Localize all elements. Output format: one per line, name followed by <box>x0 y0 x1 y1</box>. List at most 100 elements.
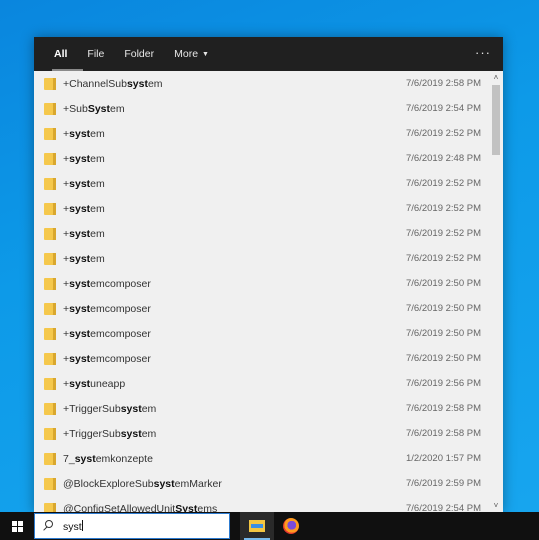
scrollbar-thumb[interactable] <box>492 85 500 155</box>
name-suffix: em <box>90 177 105 190</box>
file-explorer-taskbar-button[interactable] <box>240 512 274 540</box>
search-query: syst <box>63 519 83 533</box>
taskbar: syst <box>0 512 539 540</box>
name-suffix: uneapp <box>90 377 126 390</box>
folder-icon <box>44 452 56 465</box>
result-row[interactable]: @BlockExploreSubsystemMarker 7/6/2019 2:5… <box>34 471 489 496</box>
result-row[interactable]: +systemcomposer 7/6/2019 2:50 PM <box>34 271 489 296</box>
result-date: 7/6/2019 2:52 PM <box>406 128 481 139</box>
result-name: +TriggerSubsystem <box>63 428 156 440</box>
name-match: syst <box>69 177 91 190</box>
tab-all-label: All <box>54 48 68 60</box>
search-query-text: syst <box>63 520 82 533</box>
name-suffix: emcomposer <box>90 302 151 315</box>
scrollbar[interactable]: ˄ ˅ <box>489 71 503 513</box>
result-name: +ChannelSubsystem <box>63 78 163 90</box>
result-name: +system <box>63 128 105 140</box>
result-date: 7/6/2019 2:50 PM <box>406 303 481 314</box>
firefox-icon <box>283 518 299 534</box>
name-suffix: emkonzepte <box>95 452 153 465</box>
result-name: +system <box>63 153 105 165</box>
result-name: +systuneapp <box>63 378 125 390</box>
name-suffix: em <box>110 102 125 115</box>
folder-icon <box>44 302 56 315</box>
result-name: +TriggerSubsystem <box>63 403 156 415</box>
result-date: 7/6/2019 2:54 PM <box>406 103 481 114</box>
result-date: 7/6/2019 2:52 PM <box>406 228 481 239</box>
results-list: +ChannelSubsystem 7/6/2019 2:58 PM +SubSys… <box>34 71 489 513</box>
result-row[interactable]: +systuneapp 7/6/2019 2:56 PM <box>34 371 489 396</box>
result-date: 7/6/2019 2:58 PM <box>406 428 481 439</box>
result-name: +systemcomposer <box>63 328 151 340</box>
taskbar-search-input[interactable]: syst <box>34 513 230 539</box>
result-date: 7/6/2019 2:58 PM <box>406 78 481 89</box>
result-row[interactable]: 7_systemkonzepte 1/2/2020 1:57 PM <box>34 446 489 471</box>
result-row[interactable]: +ChannelSubsystem 7/6/2019 2:58 PM <box>34 71 489 96</box>
name-match: syst <box>69 252 91 265</box>
name-prefix: +TriggerSub <box>63 402 121 415</box>
name-match: syst <box>126 77 148 90</box>
result-row[interactable]: +systemcomposer 7/6/2019 2:50 PM <box>34 346 489 371</box>
more-options-icon[interactable]: ··· <box>475 45 491 60</box>
folder-icon <box>44 227 56 240</box>
result-row[interactable]: +systemcomposer 7/6/2019 2:50 PM <box>34 296 489 321</box>
result-row[interactable]: @ConfigSetAllowedUnitSystems 7/6/2019 2:5… <box>34 496 489 513</box>
result-row[interactable]: +system 7/6/2019 2:52 PM <box>34 246 489 271</box>
folder-icon <box>44 402 56 415</box>
result-name: @BlockExploreSubsystemMarker <box>63 478 222 490</box>
tab-folder[interactable]: Folder <box>114 37 164 71</box>
result-date: 7/6/2019 2:52 PM <box>406 253 481 264</box>
result-row[interactable]: +system 7/6/2019 2:48 PM <box>34 146 489 171</box>
result-row[interactable]: +system 7/6/2019 2:52 PM <box>34 196 489 221</box>
tab-file[interactable]: File <box>77 37 114 71</box>
search-results-panel: All File Folder More ▼ ··· +ChannelSubsy… <box>34 37 503 513</box>
result-date: 1/2/2020 1:57 PM <box>406 453 481 464</box>
result-row[interactable]: +TriggerSubsystem 7/6/2019 2:58 PM <box>34 396 489 421</box>
tab-file-label: File <box>87 48 105 60</box>
result-name: +SubSystem <box>63 103 125 115</box>
name-suffix: em <box>90 202 105 215</box>
result-row[interactable]: +system 7/6/2019 2:52 PM <box>34 221 489 246</box>
result-date: 7/6/2019 2:58 PM <box>406 403 481 414</box>
name-match: syst <box>120 427 142 440</box>
name-suffix: emMarker <box>174 477 222 490</box>
tab-all[interactable]: All <box>44 37 84 71</box>
result-name: +systemcomposer <box>63 278 151 290</box>
result-date: 7/6/2019 2:52 PM <box>406 203 481 214</box>
result-name: +system <box>63 253 105 265</box>
name-prefix: 7_ <box>63 452 75 465</box>
scroll-up-icon[interactable]: ˄ <box>489 73 503 83</box>
name-match: syst <box>69 302 91 315</box>
folder-icon <box>44 177 56 190</box>
scroll-down-icon[interactable]: ˅ <box>489 501 503 511</box>
result-name: +system <box>63 203 105 215</box>
folder-icon <box>44 352 56 365</box>
start-button[interactable] <box>0 512 34 540</box>
tab-more[interactable]: More ▼ <box>164 37 219 71</box>
folder-icon <box>44 377 56 390</box>
firefox-taskbar-button[interactable] <box>274 512 308 540</box>
result-row[interactable]: +systemcomposer 7/6/2019 2:50 PM <box>34 321 489 346</box>
result-row[interactable]: +system 7/6/2019 2:52 PM <box>34 121 489 146</box>
name-suffix: em <box>141 402 157 415</box>
folder-icon <box>44 152 56 165</box>
name-suffix: emcomposer <box>90 327 151 340</box>
folder-icon <box>44 277 56 290</box>
folder-icon <box>44 77 56 90</box>
result-name: 7_systemkonzepte <box>63 453 153 465</box>
name-prefix: @BlockExploreSub <box>63 477 154 490</box>
name-match: syst <box>69 327 91 340</box>
name-match: syst <box>74 452 96 465</box>
name-match: syst <box>69 152 91 165</box>
result-date: 7/6/2019 2:50 PM <box>406 328 481 339</box>
name-match: syst <box>69 277 91 290</box>
result-row[interactable]: +system 7/6/2019 2:52 PM <box>34 171 489 196</box>
name-prefix: +TriggerSub <box>63 427 121 440</box>
name-suffix: emcomposer <box>90 277 151 290</box>
result-name: +system <box>63 178 105 190</box>
name-suffix: em <box>147 77 163 90</box>
result-row[interactable]: +TriggerSubsystem 7/6/2019 2:58 PM <box>34 421 489 446</box>
folder-icon <box>44 102 56 115</box>
name-suffix: em <box>90 252 105 265</box>
result-row[interactable]: +SubSystem 7/6/2019 2:54 PM <box>34 96 489 121</box>
